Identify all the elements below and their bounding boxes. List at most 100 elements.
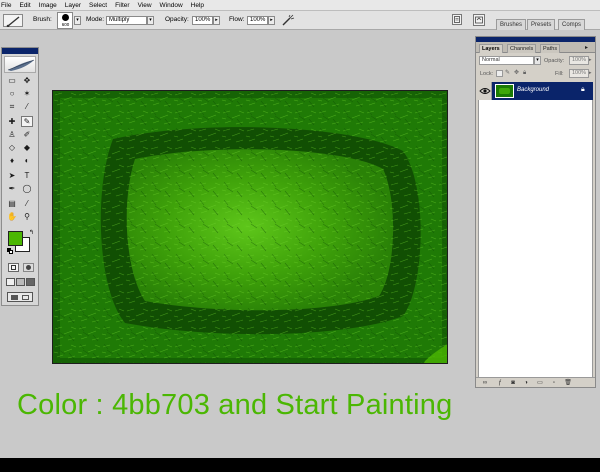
bottom-strip bbox=[0, 458, 600, 472]
document-canvas[interactable] bbox=[52, 90, 448, 364]
eyedropper-icon[interactable]: ⁄ bbox=[21, 198, 33, 209]
default-colors-icon[interactable] bbox=[7, 248, 13, 254]
quick-mask-icon[interactable] bbox=[23, 263, 34, 272]
adjustment-layer-icon[interactable]: ◑ bbox=[522, 379, 530, 387]
lock-image-icon[interactable]: ✎ bbox=[505, 70, 512, 77]
palette-well-toggle[interactable] bbox=[473, 14, 485, 26]
menu-filter[interactable]: Filter bbox=[115, 0, 129, 11]
opacity-arrow[interactable]: ▸ bbox=[213, 16, 220, 25]
crop-icon[interactable]: ⌗ bbox=[6, 101, 18, 112]
flow-input[interactable]: 100% bbox=[247, 16, 268, 25]
lock-position-icon[interactable]: ✥ bbox=[514, 70, 521, 77]
history-brush-icon[interactable]: ✐ bbox=[21, 129, 33, 140]
layer-name: Background bbox=[517, 87, 550, 93]
shape-icon[interactable]: ◯ bbox=[21, 183, 33, 194]
layer-style-icon[interactable]: ƒ bbox=[496, 379, 504, 387]
menu-view[interactable]: View bbox=[138, 0, 152, 11]
blend-mode-arrow-icon[interactable]: ▾ bbox=[534, 56, 541, 65]
lock-label: Lock: bbox=[480, 71, 494, 77]
brush-icon[interactable]: ✎ bbox=[21, 116, 33, 127]
lasso-icon[interactable]: ○ bbox=[6, 88, 18, 99]
new-layer-icon[interactable]: ▫ bbox=[550, 379, 558, 387]
fill-label: Fill: bbox=[555, 71, 564, 77]
menu-select[interactable]: Select bbox=[89, 0, 107, 11]
bucket-icon[interactable]: ◆ bbox=[21, 142, 33, 153]
magic-wand-icon[interactable]: ✶ bbox=[21, 88, 33, 99]
brush-picker-arrow[interactable]: ▾ bbox=[74, 16, 81, 25]
link-layers-icon[interactable]: ∞ bbox=[481, 379, 489, 387]
well-tab-brushes[interactable]: Brushes bbox=[496, 19, 527, 30]
tab-layers[interactable]: Layers bbox=[479, 44, 503, 53]
panel-menu-arrow-icon[interactable]: ▸ bbox=[585, 44, 588, 51]
visibility-eye-icon[interactable] bbox=[478, 82, 492, 100]
well-tab-comps[interactable]: Comps bbox=[558, 19, 586, 30]
fill-input[interactable]: 100% bbox=[569, 69, 589, 78]
well-tab-presets[interactable]: Presets bbox=[527, 19, 556, 30]
opacity-input[interactable]: 100% bbox=[192, 16, 213, 25]
type-icon[interactable]: T bbox=[21, 170, 33, 181]
airbrush-button[interactable] bbox=[281, 14, 295, 27]
zoom-icon[interactable]: ⚲ bbox=[21, 211, 33, 222]
flow-arrow[interactable]: ▸ bbox=[268, 16, 275, 25]
brush-label: Brush: bbox=[33, 16, 52, 23]
layer-lock-icon: 🔒︎ bbox=[581, 86, 585, 93]
pen-icon[interactable]: ✒ bbox=[6, 183, 18, 194]
screen-mode-full-icon[interactable] bbox=[26, 278, 35, 286]
brush-picker[interactable]: 600 bbox=[57, 12, 73, 29]
toolbox-titlebar[interactable] bbox=[2, 48, 38, 54]
mode-label: Mode: bbox=[86, 16, 105, 23]
tab-paths[interactable]: Paths bbox=[540, 44, 561, 53]
healing-icon[interactable]: ✚ bbox=[6, 116, 18, 127]
move-icon[interactable]: ✥ bbox=[21, 75, 33, 86]
blend-mode-select[interactable]: Normal bbox=[479, 56, 534, 65]
standard-mode-icon[interactable] bbox=[8, 263, 19, 272]
delete-layer-icon[interactable]: 🗑︎ bbox=[564, 379, 572, 387]
mode-select-arrow[interactable]: ▾ bbox=[147, 16, 154, 25]
layer-mask-icon[interactable]: ◙ bbox=[509, 379, 517, 387]
tab-channels[interactable]: Channels bbox=[507, 44, 537, 53]
blur-icon[interactable]: ♦ bbox=[6, 155, 18, 166]
painted-artwork bbox=[53, 91, 447, 363]
layer-thumbnail bbox=[495, 84, 514, 98]
app-logo[interactable] bbox=[4, 56, 36, 73]
brush-icon bbox=[6, 16, 20, 27]
menu-file[interactable]: File bbox=[1, 0, 11, 11]
path-select-icon[interactable]: ➤ bbox=[6, 170, 18, 181]
hand-icon[interactable]: ✋ bbox=[6, 211, 18, 222]
layer-row-background[interactable]: Background 🔒︎ bbox=[478, 82, 593, 100]
dodge-icon[interactable]: ◐ bbox=[21, 155, 33, 166]
brush-size: 600 bbox=[61, 22, 70, 27]
eraser-icon[interactable]: ◇ bbox=[6, 142, 18, 153]
stamp-icon[interactable]: ♙ bbox=[6, 129, 18, 140]
menu-help[interactable]: Help bbox=[191, 0, 204, 11]
mode-select[interactable]: Multiply bbox=[106, 16, 147, 25]
lock-all-icon[interactable]: 🔒︎ bbox=[523, 70, 530, 77]
screen-mode-full-menu-icon[interactable] bbox=[16, 278, 25, 286]
layers-list bbox=[478, 82, 593, 379]
layers-opacity-input[interactable]: 100% bbox=[569, 56, 589, 65]
file-browser-icon bbox=[454, 16, 460, 23]
lock-transparent-icon[interactable] bbox=[496, 70, 503, 77]
opacity-label: Opacity: bbox=[165, 16, 189, 23]
flow-label: Flow: bbox=[229, 16, 245, 23]
marquee-icon[interactable]: ▭ bbox=[6, 75, 18, 86]
menu-layer[interactable]: Layer bbox=[65, 0, 81, 11]
swap-colors-icon[interactable]: ↰ bbox=[29, 230, 34, 236]
menu-image[interactable]: Image bbox=[39, 0, 57, 11]
file-browser-button[interactable] bbox=[452, 14, 462, 25]
slice-icon[interactable]: ⁄ bbox=[21, 101, 33, 112]
airbrush-icon bbox=[282, 14, 295, 26]
menu-edit[interactable]: Edit bbox=[19, 0, 30, 11]
menu-bar: File Edit Image Layer Select Filter View… bbox=[0, 0, 600, 11]
layers-opacity-arrow-icon[interactable]: ▸ bbox=[589, 57, 592, 63]
new-group-icon[interactable]: ▭ bbox=[536, 379, 544, 387]
notes-icon[interactable]: ▤ bbox=[6, 198, 18, 209]
screen-mode-standard-icon[interactable] bbox=[6, 278, 15, 286]
menu-window[interactable]: Window bbox=[160, 0, 183, 11]
palette-well-icon bbox=[475, 16, 483, 24]
fill-arrow-icon[interactable]: ▸ bbox=[589, 70, 592, 76]
jump-to-imageready-icon[interactable] bbox=[7, 292, 33, 302]
foreground-color-swatch[interactable] bbox=[8, 231, 23, 246]
layers-opacity-label: Opacity: bbox=[544, 58, 565, 64]
tool-preset-picker[interactable] bbox=[3, 14, 23, 27]
